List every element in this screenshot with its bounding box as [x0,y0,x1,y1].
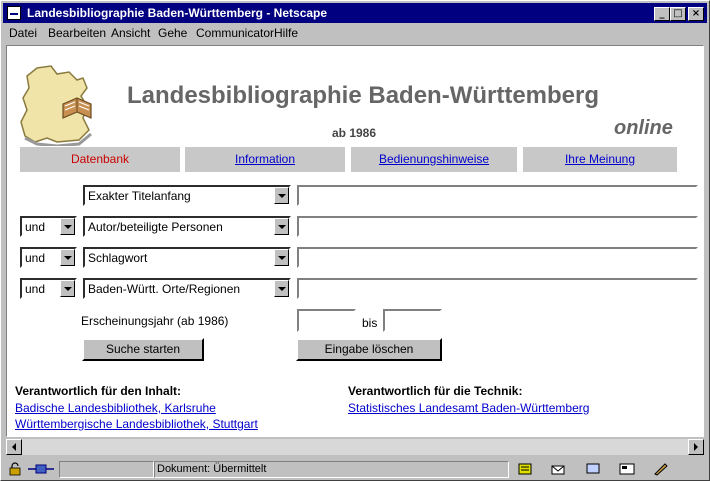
chevron-down-icon[interactable] [60,249,75,266]
discussion-icon[interactable] [585,462,601,476]
online-label: online [614,117,673,139]
operator-select-4-value: und [25,282,46,296]
year-bis-label: bis [362,316,378,330]
menu-bar: Datei Bearbeiten Ansicht Gehe Communicat… [3,23,707,43]
chevron-down-icon[interactable] [274,187,289,204]
operator-select-2[interactable]: und [20,216,77,237]
field-select-1[interactable]: Exakter Titelanfang [83,185,291,206]
security-lock-icon[interactable] [7,462,23,476]
content-heading: Verantwortlich für den Inhalt: [15,384,182,398]
link-badische-landesbibliothek[interactable]: Badische Landesbibliothek, Karlsruhe [15,401,216,415]
tab-bedienungshinweise[interactable]: Bedienungshinweise [351,147,517,172]
chevron-down-icon[interactable] [274,218,289,235]
operator-select-4[interactable]: und [20,278,77,299]
page-content: Landesbibliographie Baden-Württemberg ab… [6,45,704,437]
status-text: Dokument: Übermittelt [157,463,267,475]
year-label: Erscheinungsjahr (ab 1986) [81,314,229,328]
field-select-1-value: Exakter Titelanfang [88,189,191,203]
composer-icon[interactable] [619,462,635,476]
search-input-2[interactable] [297,216,698,237]
chevron-down-icon[interactable] [274,280,289,297]
operator-select-3[interactable]: und [20,247,77,268]
tech-heading: Verantwortlich für die Technik: [348,384,523,398]
edit-pen-icon[interactable] [653,462,669,476]
page-title: Landesbibliographie Baden-Württemberg [127,82,600,109]
field-select-2-value: Autor/beteiligte Personen [88,220,223,234]
window-app-icon [7,6,21,20]
year-to-input[interactable] [383,309,442,332]
search-submit-button[interactable]: Suche starten [82,338,204,361]
page-subtitle: ab 1986 [332,126,377,140]
operator-select-2-value: und [25,220,46,234]
scroll-left-icon[interactable] [6,439,22,455]
maximize-icon[interactable]: □ [670,7,686,21]
field-select-3[interactable]: Schlagwort [83,247,291,268]
reset-button[interactable]: Eingabe löschen [296,338,442,361]
menu-ansicht[interactable]: Ansicht [111,26,150,40]
search-input-3[interactable] [297,247,698,268]
chevron-down-icon[interactable] [60,218,75,235]
link-wuerttembergische-landesbibliothek[interactable]: Württembergische Landesbibliothek, Stutt… [15,417,258,431]
field-select-2[interactable]: Autor/beteiligte Personen [83,216,291,237]
tab-ihre-meinung[interactable]: Ihre Meinung [523,147,677,172]
year-from-input[interactable] [297,309,356,332]
close-icon[interactable]: × [688,7,704,21]
navigator-icon[interactable] [517,462,533,476]
link-statistisches-landesamt[interactable]: Statistisches Landesamt Baden-Württember… [348,401,589,415]
tab-bedienungshinweise-link[interactable]: Bedienungshinweise [379,152,489,166]
tab-ihre-meinung-link[interactable]: Ihre Meinung [565,152,635,166]
window-title: Landesbibliographie Baden-Württemberg - … [27,6,328,20]
horizontal-scrollbar[interactable] [6,439,704,455]
tab-information[interactable]: Information [185,147,345,172]
title-bar[interactable]: Landesbibliographie Baden-Württemberg - … [3,3,707,23]
scrollbar-track[interactable] [22,439,688,455]
tab-datenbank[interactable]: Datenbank [20,147,180,172]
menu-hilfe[interactable]: Hilfe [274,26,298,40]
field-select-3-value: Schlagwort [88,251,148,265]
field-select-4-value: Baden-Württ. Orte/Regionen [88,282,241,296]
scroll-right-icon[interactable] [688,439,704,455]
connection-icon [27,462,55,476]
search-input-4[interactable] [297,278,698,299]
chevron-down-icon[interactable] [274,249,289,266]
mail-icon[interactable] [551,462,567,476]
chevron-down-icon[interactable] [60,280,75,297]
menu-gehe[interactable]: Gehe [158,26,187,40]
progress-panel [59,461,154,478]
field-select-4[interactable]: Baden-Württ. Orte/Regionen [83,278,291,299]
menu-datei[interactable]: Datei [9,26,37,40]
menu-communicator[interactable]: Communicator [196,26,274,40]
menu-bearbeiten[interactable]: Bearbeiten [48,26,106,40]
minimize-icon[interactable]: _ [654,7,670,21]
operator-select-3-value: und [25,251,46,265]
status-bar: Dokument: Übermittelt [3,459,707,479]
logo-map-book-icon [20,65,92,146]
tab-information-link[interactable]: Information [235,152,295,166]
search-input-1[interactable] [297,185,698,206]
browser-window: Landesbibliographie Baden-Württemberg - … [0,0,710,481]
